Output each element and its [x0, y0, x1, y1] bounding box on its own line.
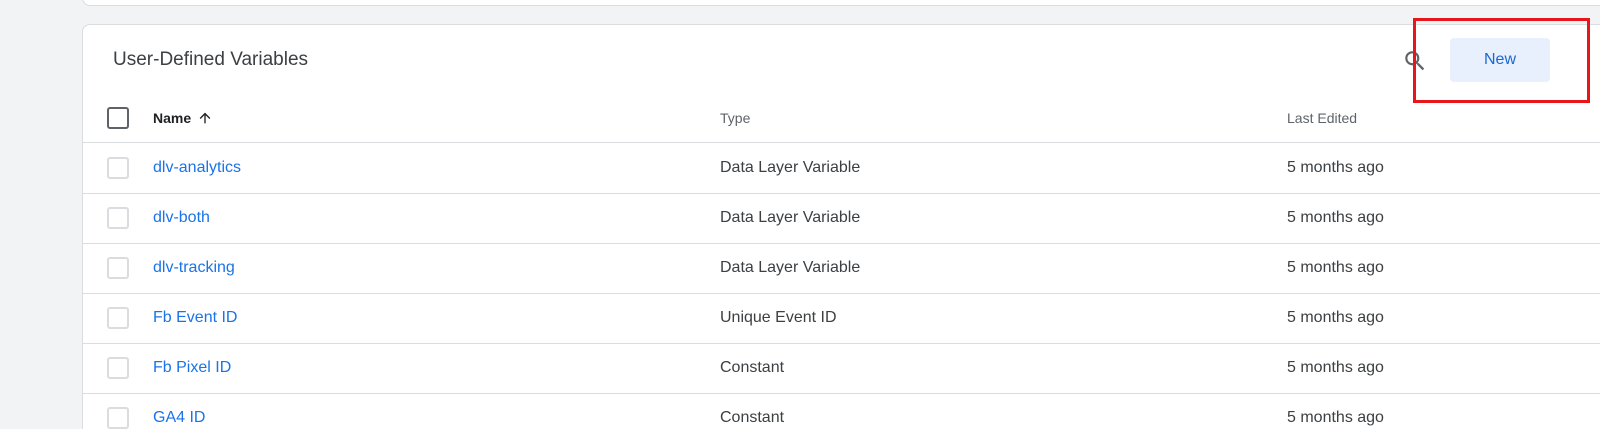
column-header-type[interactable]: Type: [720, 110, 750, 126]
variable-type: Data Layer Variable: [720, 159, 861, 176]
variable-last-edited: 5 months ago: [1287, 309, 1384, 326]
table-row: dlv-both Data Layer Variable 5 months ag…: [83, 194, 1600, 244]
variable-last-edited: 5 months ago: [1287, 359, 1384, 376]
variable-last-edited: 5 months ago: [1287, 409, 1384, 426]
variable-name-link[interactable]: dlv-tracking: [153, 259, 235, 277]
column-header-name-label: Name: [153, 110, 192, 126]
row-checkbox[interactable]: [107, 157, 129, 179]
table-header: Name Type Last Edited: [83, 93, 1600, 143]
row-checkbox[interactable]: [107, 207, 129, 229]
variable-type: Constant: [720, 409, 785, 426]
row-checkbox[interactable]: [107, 307, 129, 329]
variable-type: Constant: [720, 359, 785, 376]
variable-type: Data Layer Variable: [720, 209, 861, 226]
variable-name-link[interactable]: Fb Event ID: [153, 309, 237, 327]
select-all-checkbox[interactable]: [107, 107, 129, 129]
table-row: Fb Pixel ID Constant 5 months ago: [83, 344, 1600, 394]
table-row: GA4 ID Constant 5 months ago: [83, 394, 1600, 429]
variable-name-link[interactable]: dlv-both: [153, 209, 210, 227]
variable-type: Unique Event ID: [720, 309, 837, 326]
variable-name-link[interactable]: dlv-analytics: [153, 159, 241, 177]
column-header-name[interactable]: Name: [153, 110, 213, 126]
previous-card: [82, 0, 1600, 6]
table-row: Fb Event ID Unique Event ID 5 months ago: [83, 294, 1600, 344]
search-button[interactable]: [1399, 45, 1431, 77]
user-defined-variables-card: User-Defined Variables New Name Type Las…: [82, 24, 1600, 429]
table-row: dlv-tracking Data Layer Variable 5 month…: [83, 244, 1600, 294]
row-checkbox[interactable]: [107, 357, 129, 379]
variable-last-edited: 5 months ago: [1287, 159, 1384, 176]
table-row: dlv-analytics Data Layer Variable 5 mont…: [83, 144, 1600, 194]
variable-name-link[interactable]: GA4 ID: [153, 409, 205, 427]
arrow-up-icon: [199, 112, 211, 124]
variable-type: Data Layer Variable: [720, 259, 861, 276]
variable-last-edited: 5 months ago: [1287, 259, 1384, 276]
variable-last-edited: 5 months ago: [1287, 209, 1384, 226]
variable-name-link[interactable]: Fb Pixel ID: [153, 359, 231, 377]
row-checkbox[interactable]: [107, 407, 129, 429]
row-checkbox[interactable]: [107, 257, 129, 279]
search-icon: [1405, 51, 1425, 71]
card-title: User-Defined Variables: [113, 49, 309, 70]
new-button[interactable]: New: [1450, 38, 1550, 82]
column-header-last-edited[interactable]: Last Edited: [1287, 110, 1357, 126]
